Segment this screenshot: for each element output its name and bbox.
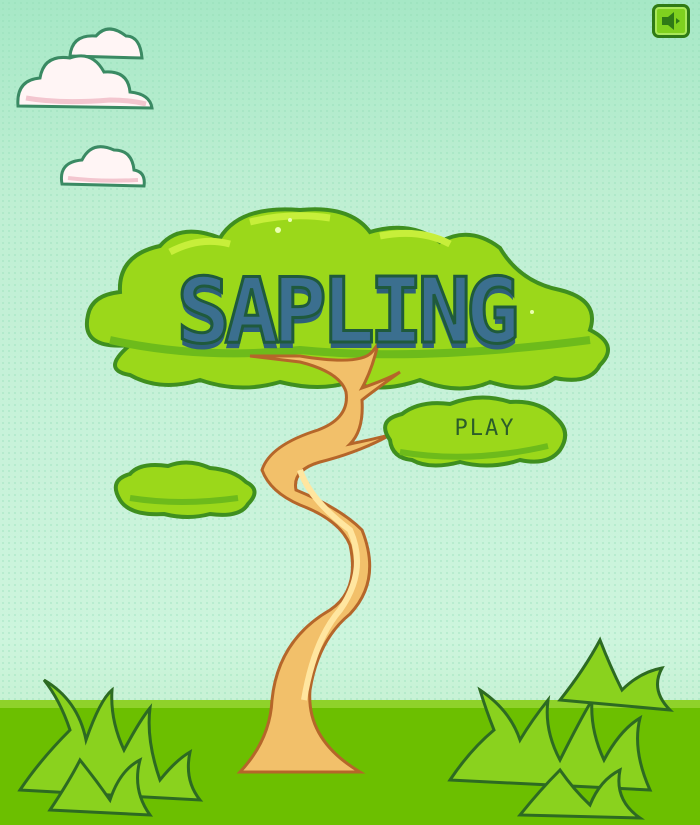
cloud-large [16,27,154,110]
play-button[interactable]: PLAY [425,408,545,448]
title-screen: SAPLING PLAY [0,0,700,825]
cloud-small [59,145,146,188]
sound-toggle-button[interactable] [652,4,690,38]
tree-branch-left [113,460,257,519]
scene-art [16,27,674,820]
grass-left [17,678,204,817]
tree-trunk [217,343,401,774]
sound-toggle-icon [662,12,680,30]
grass-right [447,636,674,820]
